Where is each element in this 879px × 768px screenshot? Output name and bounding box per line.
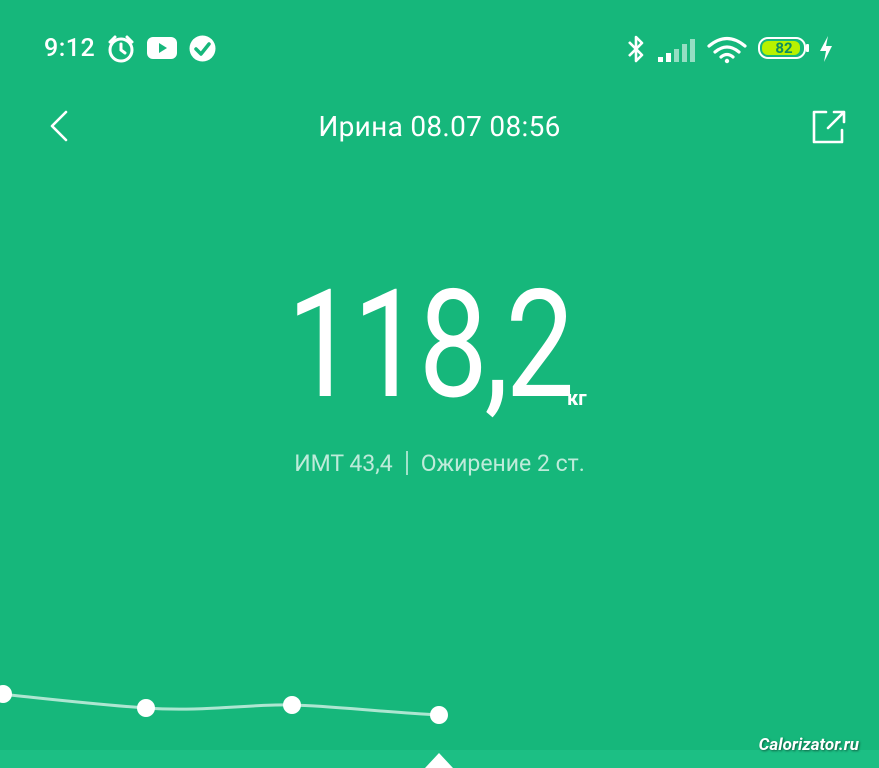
status-bar: 9:12 82 (0, 0, 879, 98)
battery-icon: 82 (758, 37, 810, 59)
bmi-summary: ИМТ 43,4 Ожирение 2 ст. (0, 450, 879, 477)
weight-unit: кг (567, 386, 587, 410)
data-point[interactable] (0, 685, 12, 703)
data-point[interactable] (137, 699, 155, 717)
wifi-icon (707, 36, 747, 64)
signal-icon (658, 39, 695, 62)
alarm-icon (108, 35, 134, 63)
app-header: Ирина 08.07 08:56 (0, 98, 879, 158)
data-point-selected[interactable] (430, 706, 448, 724)
bmi-value: ИМТ 43,4 (294, 450, 393, 477)
weight-trend-chart[interactable] (0, 600, 879, 768)
page-title: Ирина 08.07 08:56 (318, 110, 561, 143)
charging-icon (820, 36, 832, 62)
watermark: Calorizator.ru (758, 735, 859, 755)
bluetooth-icon (628, 35, 644, 63)
battery-level: 82 (775, 39, 793, 57)
status-time: 9:12 (44, 34, 96, 63)
youtube-icon (147, 37, 177, 59)
share-icon (812, 110, 846, 144)
check-circle-icon (189, 35, 216, 62)
share-button[interactable] (806, 104, 850, 148)
weight-value: 118,2 (287, 257, 575, 433)
selected-pointer-icon (425, 753, 453, 768)
weight-display: 118,2 кг (0, 270, 879, 440)
trend-line (0, 692, 440, 717)
obesity-category: Ожирение 2 ст. (420, 450, 585, 477)
data-point[interactable] (283, 696, 301, 714)
divider (405, 451, 408, 475)
